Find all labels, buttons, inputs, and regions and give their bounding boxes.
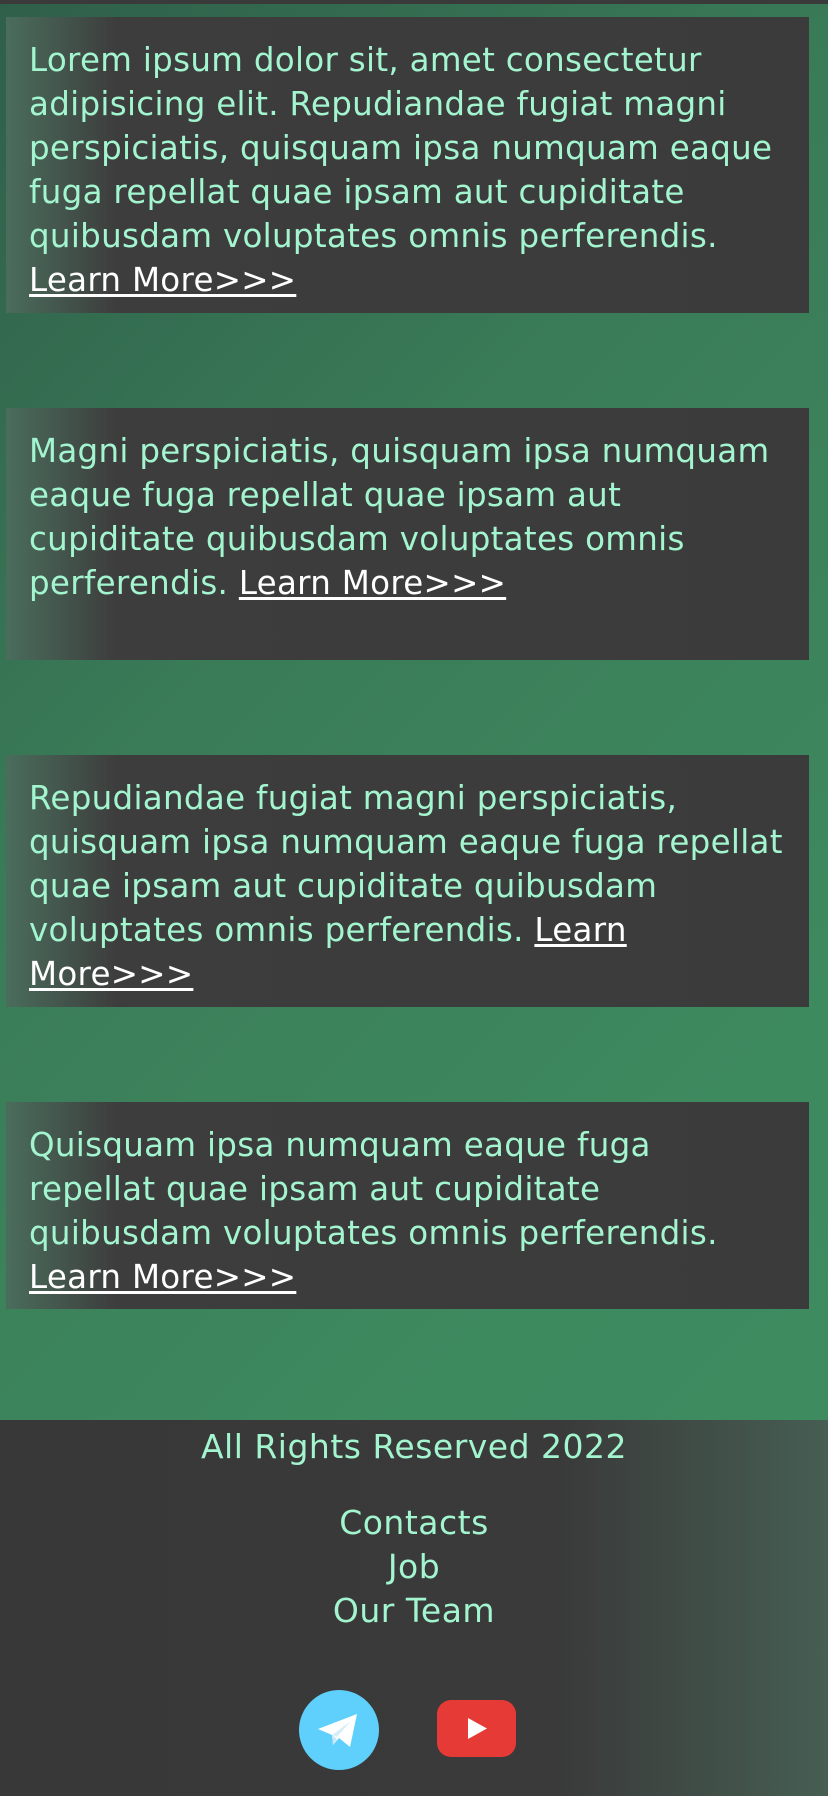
top-strip [0,0,828,4]
footer-link-our-team[interactable]: Our Team [0,1589,828,1633]
telegram-icon[interactable] [299,1690,379,1770]
footer: All Rights Reserved 2022 Contacts Job Ou… [0,1420,828,1796]
card-text: Quisquam ipsa numquam eaque fuga repella… [29,1126,718,1252]
info-card-4: Quisquam ipsa numquam eaque fuga repella… [6,1102,809,1309]
learn-more-link[interactable]: Learn More>>> [239,564,506,602]
info-card-2: Magni perspiciatis, quisquam ipsa numqua… [6,408,809,660]
footer-link-job[interactable]: Job [0,1545,828,1589]
footer-link-contacts[interactable]: Contacts [0,1501,828,1545]
learn-more-link[interactable]: Learn More>>> [29,261,296,299]
info-card-1: Lorem ipsum dolor sit, amet consectetur … [6,17,809,313]
info-card-3: Repudiandae fugiat magni perspiciatis, q… [6,755,809,1007]
copyright-text: All Rights Reserved 2022 [200,1427,628,1466]
card-text: Lorem ipsum dolor sit, amet consectetur … [29,41,773,255]
learn-more-link[interactable]: Learn More>>> [29,1258,296,1296]
card-text: Repudiandae fugiat magni perspiciatis, q… [29,779,783,949]
footer-links: Contacts Job Our Team [0,1501,828,1633]
youtube-icon[interactable] [437,1700,516,1757]
